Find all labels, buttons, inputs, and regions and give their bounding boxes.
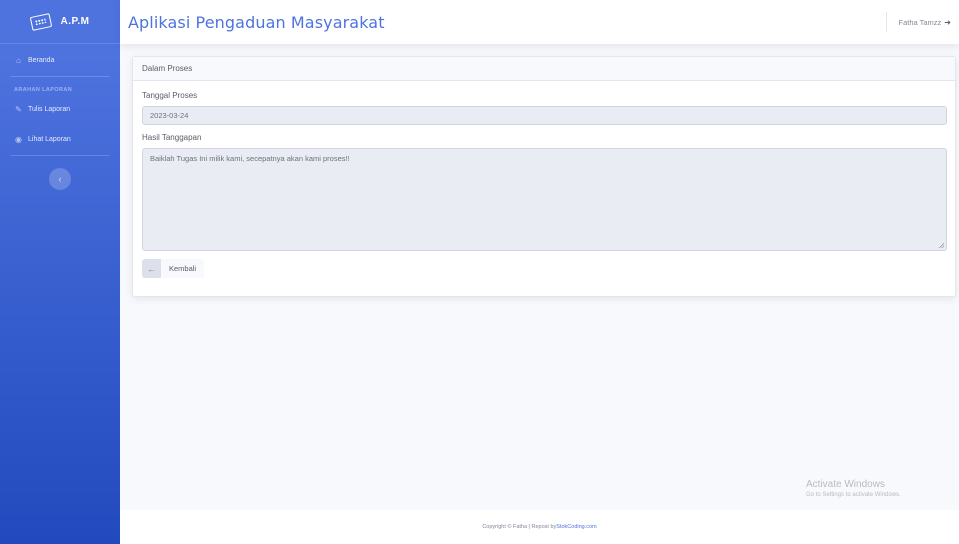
sidebar-item-tulis-laporan[interactable]: ✎ Tulis Laporan — [0, 95, 120, 123]
sidebar-item-label: Tulis Laporan — [28, 105, 71, 113]
chevron-left-icon: ‹ — [58, 174, 62, 184]
card-header: Dalam Proses — [133, 57, 955, 81]
sidebar: A.P.M ⌂ Beranda ARAHAN LAPORAN ✎ Tulis L… — [0, 0, 120, 544]
date-field[interactable]: 2023-03-24 — [142, 106, 947, 125]
home-icon: ⌂ — [16, 55, 21, 65]
sidebar-heading: ARAHAN LAPORAN — [14, 87, 73, 93]
activation-watermark: Activate Windows Go to Settings to activ… — [806, 479, 901, 498]
footer-text: Copyright © Fatha | Repost by — [482, 524, 557, 530]
back-button-label: Kembali — [169, 264, 197, 273]
footer: Copyright © Fatha | Repost by StokCoding… — [120, 510, 959, 544]
app-title: Aplikasi Pengaduan Masyarakat — [128, 12, 385, 32]
sidebar-item-label: Lihat Laporan — [28, 135, 71, 143]
watermark-title: Activate Windows — [806, 479, 885, 490]
response-label: Hasil Tanggapan — [142, 133, 202, 142]
topbar: Aplikasi Pengaduan Masyarakat Fatha Tamz… — [120, 0, 959, 44]
response-textarea[interactable]: Baiklah Tugas Ini milik kami, secepatnya… — [142, 148, 947, 251]
user-name: Fatha Tamzz — [898, 17, 942, 27]
sidebar-item-label: Beranda — [28, 56, 55, 64]
footer-link[interactable]: StokCoding.com — [556, 524, 596, 530]
sidebar-item-beranda[interactable]: ⌂ Beranda — [0, 46, 120, 74]
back-button[interactable]: ← Kembali — [142, 259, 205, 278]
sidebar-item-lihat-laporan[interactable]: ◉ Lihat Laporan — [0, 125, 120, 153]
user-menu[interactable]: Fatha Tamzz ➜ — [885, 12, 951, 32]
brand-text: A.P.M — [60, 16, 90, 27]
sidebar-brand[interactable]: A.P.M — [0, 0, 120, 44]
process-card: Dalam Proses Tanggal Proses 2023-03-24 H… — [132, 56, 956, 297]
edit-icon: ✎ — [15, 104, 22, 114]
sidebar-divider — [10, 76, 110, 77]
arrow-left-icon: ← — [142, 259, 161, 278]
date-label: Tanggal Proses — [142, 91, 198, 100]
sign-out-icon[interactable]: ➜ — [944, 18, 951, 27]
eye-icon: ◉ — [15, 134, 22, 144]
sidebar-toggle-button[interactable]: ‹ — [49, 168, 71, 190]
keyboard-icon — [29, 12, 52, 31]
card-body: Tanggal Proses 2023-03-24 Hasil Tanggapa… — [133, 81, 955, 278]
sidebar-divider — [10, 155, 110, 156]
watermark-subtitle: Go to Settings to activate Windows. — [806, 492, 901, 498]
